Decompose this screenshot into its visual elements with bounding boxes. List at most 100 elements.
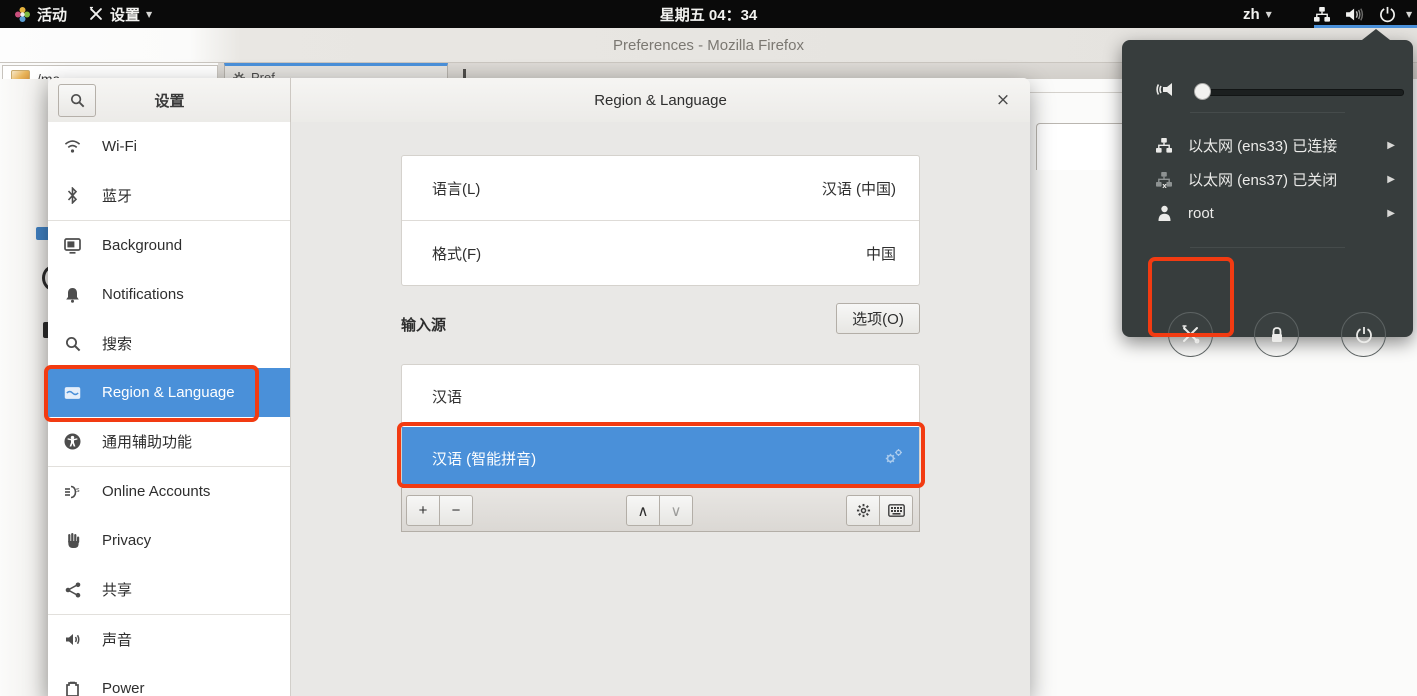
sidebar-item-online-accounts[interactable]: s Online Accounts [48, 467, 290, 516]
lock-icon [1269, 326, 1285, 344]
firefox-fragment-blue-icon [36, 227, 48, 240]
display-icon [64, 237, 81, 254]
activities-button[interactable]: 活动 [14, 0, 67, 28]
sidebar-item-background[interactable]: Background [48, 221, 290, 270]
sidebar-item-bluetooth[interactable]: 蓝牙 [48, 171, 290, 220]
system-settings-button[interactable] [1168, 312, 1213, 357]
region-language-panel: 语言(L) 汉语 (中国) 格式(F) 中国 输入源 选项(O) 汉语 汉语 (… [291, 122, 1030, 696]
user-icon [1155, 204, 1173, 222]
volume-slider-knob[interactable] [1194, 83, 1211, 100]
input-source-indicator[interactable]: zh ▼ [1243, 0, 1272, 28]
sidebar-item-label: 共享 [102, 579, 132, 600]
sidebar-item-label: 通用辅助功能 [102, 431, 192, 452]
battery-icon [64, 680, 81, 696]
sidebar-item-label: Power [102, 680, 145, 696]
move-up-button[interactable]: ∧ [626, 495, 660, 526]
svg-text:s: s [76, 486, 80, 494]
volume-icon [1345, 6, 1365, 23]
language-format-group: 语言(L) 汉语 (中国) 格式(F) 中国 [401, 155, 920, 286]
remove-input-source-button[interactable]: − [439, 495, 473, 526]
caret-down-icon: ▼ [1406, 10, 1412, 19]
tools-icon [88, 6, 104, 22]
options-button[interactable]: 选项(O) [836, 303, 920, 334]
new-tab-button[interactable] [463, 69, 466, 78]
menu-item-ethernet-connected[interactable]: 以太网 (ens33) 已连接 ▶ [1122, 128, 1413, 162]
region-language-icon [64, 384, 81, 401]
source-settings-button[interactable] [846, 495, 880, 526]
sidebar-header: 设置 [48, 78, 291, 122]
sidebar-item-label: Online Accounts [102, 483, 210, 500]
menu-item-label: root [1188, 205, 1214, 222]
network-wired-off-icon: x [1155, 170, 1173, 188]
input-source-settings-icon[interactable] [884, 448, 903, 469]
input-sources-list: 汉语 汉语 (智能拼音) [401, 364, 920, 490]
language-row[interactable]: 语言(L) 汉语 (中国) [402, 156, 919, 220]
options-button-label: 选项(O) [852, 308, 904, 329]
search-icon [64, 335, 81, 352]
language-label: 语言(L) [432, 178, 480, 199]
clock[interactable]: 星期五 04：34 [0, 0, 1417, 28]
desktop: Preferences - Mozilla Firefox Pref /ma ← [0, 0, 1417, 696]
sidebar-item-notifications[interactable]: Notifications [48, 270, 290, 319]
lock-button[interactable] [1254, 312, 1299, 357]
firefox-search-box-fragment [1036, 123, 1123, 170]
volume-icon [1155, 80, 1177, 99]
sidebar-item-wifi[interactable]: Wi-Fi [48, 122, 290, 171]
panel-header[interactable]: Region & Language × [291, 78, 1030, 122]
sidebar-item-sound[interactable]: 声音 [48, 615, 290, 664]
format-row[interactable]: 格式(F) 中国 [402, 220, 919, 285]
move-down-button[interactable]: ∨ [659, 495, 693, 526]
format-value: 中国 [866, 243, 896, 264]
close-button[interactable]: × [988, 78, 1018, 122]
tools-icon [1180, 324, 1201, 345]
menu-item-user-root[interactable]: root ▶ [1122, 196, 1413, 230]
wifi-icon [64, 138, 81, 155]
volume-slider-track[interactable] [1195, 89, 1404, 96]
minus-icon: − [452, 502, 461, 519]
plus-icon: + [419, 502, 428, 519]
sidebar-item-universal-access[interactable]: 通用辅助功能 [48, 417, 290, 466]
firefox-content-right-fragment [1030, 79, 1122, 696]
add-input-source-button[interactable]: + [406, 495, 440, 526]
input-source-row-pinyin[interactable]: 汉语 (智能拼音) [402, 427, 919, 489]
close-icon: × [996, 90, 1010, 110]
system-status-area[interactable]: ▼ [1313, 0, 1412, 28]
power-icon [1379, 6, 1396, 23]
app-menu-label: 设置 [110, 4, 140, 25]
power-button[interactable] [1341, 312, 1386, 357]
sidebar-item-region-language[interactable]: Region & Language [48, 368, 290, 417]
online-accounts-icon: s [64, 483, 81, 500]
gear-icon [856, 503, 871, 518]
sidebar-item-label: Wi-Fi [102, 138, 137, 155]
sidebar-item-label: Region & Language [102, 384, 235, 401]
sidebar-item-label: Notifications [102, 286, 184, 303]
sidebar-item-label: 搜索 [102, 333, 132, 354]
bell-icon [64, 286, 81, 303]
keyboard-icon [888, 504, 905, 517]
chevron-down-icon: ∨ [671, 502, 682, 520]
menu-item-label: 以太网 (ens37) 已关闭 [1188, 169, 1337, 190]
sidebar-item-sharing[interactable]: 共享 [48, 565, 290, 614]
sidebar-item-power[interactable]: Power [48, 664, 290, 696]
sidebar-item-label: Privacy [102, 532, 151, 549]
divider [1030, 92, 1122, 93]
app-menu-settings[interactable]: 设置 ▼ [88, 0, 152, 28]
keyboard-layout-button[interactable] [879, 495, 913, 526]
sidebar-item-privacy[interactable]: Privacy [48, 516, 290, 565]
submenu-arrow-icon: ▶ [1387, 174, 1395, 185]
firefox-content-left-fragment [0, 79, 48, 696]
format-label: 格式(F) [432, 243, 481, 264]
system-menu: 以太网 (ens33) 已连接 ▶ x 以太网 (ens37) 已关闭 ▶ ro… [1122, 40, 1413, 337]
input-source-row-hanyu[interactable]: 汉语 [402, 365, 919, 427]
sidebar-item-search[interactable]: 搜索 [48, 319, 290, 368]
input-sources-label: 输入源 [401, 314, 446, 335]
sidebar-item-label: Background [102, 237, 182, 254]
caret-down-icon: ▼ [1266, 10, 1272, 19]
panel-title: Region & Language [291, 78, 1030, 122]
menu-separator [1190, 247, 1345, 248]
sidebar-item-label: 蓝牙 [102, 185, 132, 206]
language-value: 汉语 (中国) [822, 178, 896, 199]
menu-item-ethernet-off[interactable]: x 以太网 (ens37) 已关闭 ▶ [1122, 162, 1413, 196]
top-bar: 活动 设置 ▼ 星期五 04：34 zh ▼ [0, 0, 1417, 28]
settings-window: 设置 Region & Language × Wi-Fi 蓝牙 [48, 78, 1030, 696]
